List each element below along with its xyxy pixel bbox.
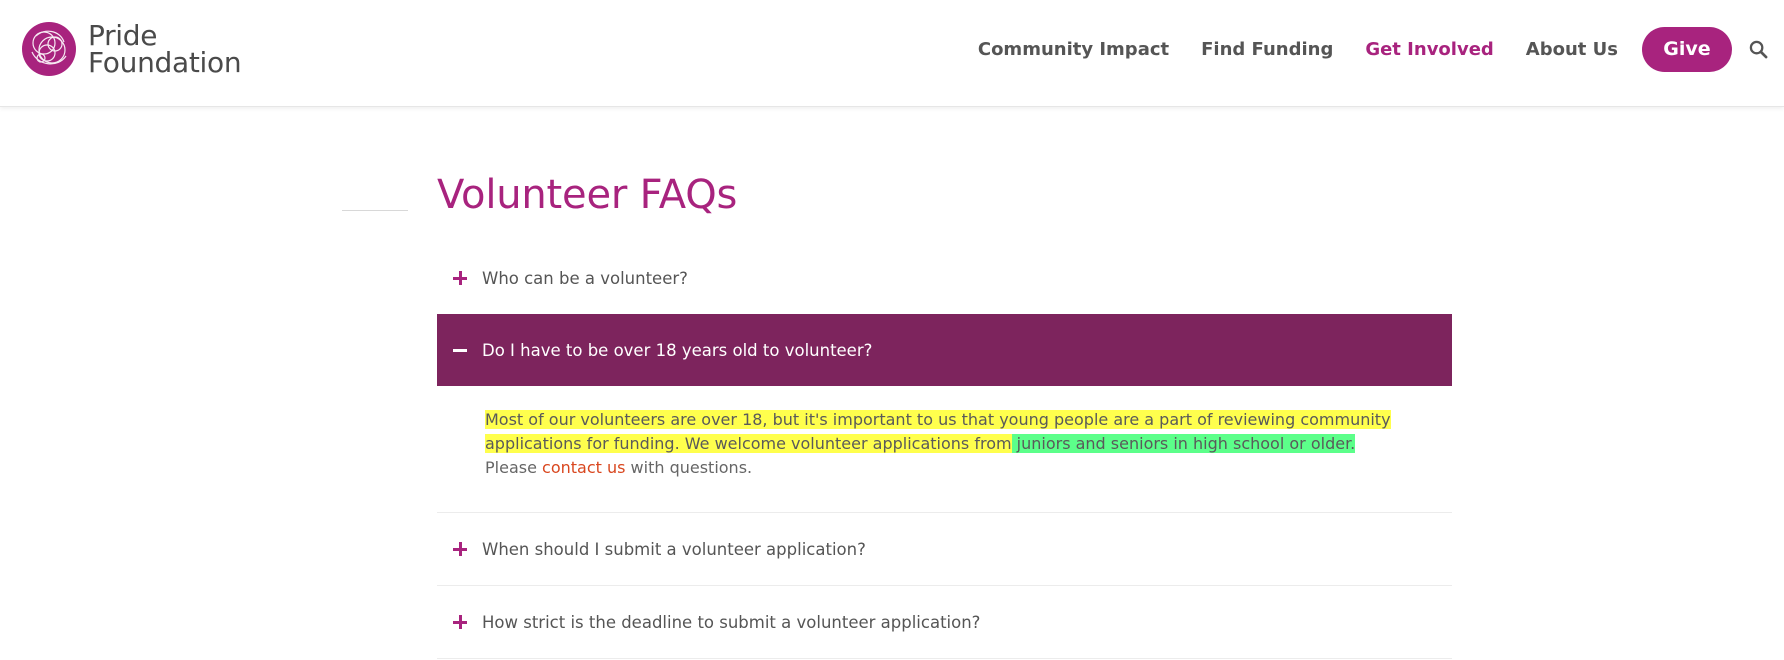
faq-item: When should I submit a volunteer applica… [437,513,1452,586]
faq-question-toggle[interactable]: Do I have to be over 18 years old to vol… [437,314,1452,386]
minus-icon [453,343,467,357]
answer-text: Please [485,458,543,477]
contact-us-link[interactable]: contact us [542,458,625,477]
search-button[interactable] [1746,37,1770,61]
title-divider [342,210,408,211]
faq-accordion: Who can be a volunteer? Do I have to be … [437,242,1452,659]
nav-about-us[interactable]: About Us [1526,39,1618,60]
logo-line-foundation: Foundation [88,46,242,79]
give-button[interactable]: Give [1642,26,1732,72]
nav-get-involved[interactable]: Get Involved [1365,39,1493,60]
plus-icon [453,542,467,556]
answer-text-end: with questions. [625,458,753,477]
answer-highlight-green: juniors and seniors in high school or ol… [1011,434,1356,453]
faq-question-toggle[interactable]: When should I submit a volunteer applica… [437,513,1452,585]
pride-foundation-logo[interactable]: Pride Foundation [22,19,242,79]
plus-icon [453,615,467,629]
faq-item-expanded: Do I have to be over 18 years old to vol… [437,314,1452,513]
logo-mark-icon [22,22,76,76]
site-header: Pride Foundation Community Impact Find F… [0,0,1784,107]
faq-item: How strict is the deadline to submit a v… [437,586,1452,659]
logo-line-pride: Pride [88,19,158,52]
faq-item: Who can be a volunteer? [437,242,1452,314]
faq-question-toggle[interactable]: How strict is the deadline to submit a v… [437,586,1452,658]
faq-question-text: Do I have to be over 18 years old to vol… [482,340,873,360]
faq-question-text: Who can be a volunteer? [482,268,688,288]
search-icon [1749,40,1767,58]
faq-question-toggle[interactable]: Who can be a volunteer? [437,242,1452,314]
main-nav: Community Impact Find Funding Get Involv… [978,0,1784,98]
nav-find-funding[interactable]: Find Funding [1201,39,1333,60]
nav-community-impact[interactable]: Community Impact [978,39,1169,60]
faq-question-text: When should I submit a volunteer applica… [482,539,866,559]
page-title: Volunteer FAQs [437,172,738,218]
faq-answer: Most of our volunteers are over 18, but … [437,386,1452,512]
logo-wordmark: Pride Foundation [88,19,242,79]
faq-question-text: How strict is the deadline to submit a v… [482,612,981,632]
plus-icon [453,271,467,285]
